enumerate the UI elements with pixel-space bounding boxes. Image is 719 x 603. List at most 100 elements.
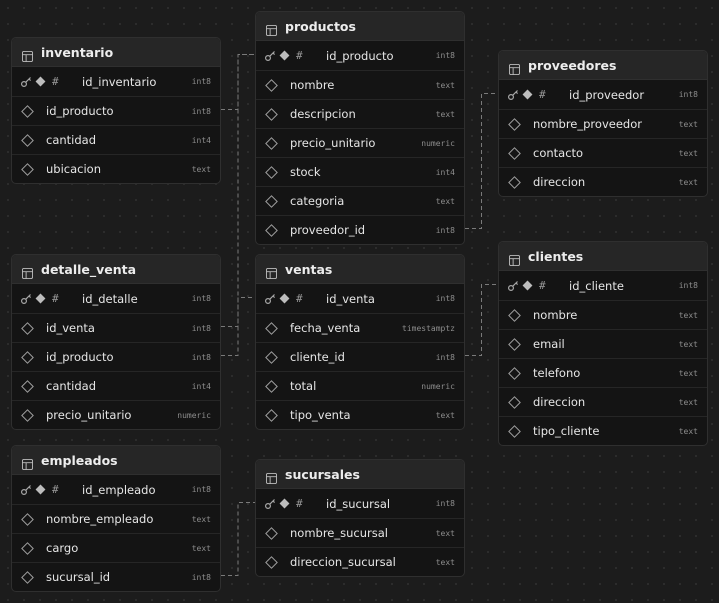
- relation-line: [221, 54, 255, 356]
- key-icon: [20, 76, 32, 88]
- column-row[interactable]: # id_sucursal int8: [256, 489, 464, 518]
- table-header[interactable]: inventario: [12, 38, 220, 67]
- primary-key-icons: #: [507, 88, 569, 101]
- column-name: tipo_venta: [290, 408, 351, 422]
- column-icons: [264, 136, 290, 150]
- column-row[interactable]: proveedor_id int8: [256, 215, 464, 244]
- diamond-outline-icon: [21, 570, 34, 584]
- column-row[interactable]: direccion_sucursal text: [256, 547, 464, 576]
- column-row[interactable]: nombre text: [499, 300, 707, 329]
- column-row[interactable]: nombre_empleado text: [12, 504, 220, 533]
- table-header[interactable]: sucursales: [256, 460, 464, 489]
- table-name: ventas: [285, 261, 333, 277]
- column-icons: [264, 107, 290, 121]
- column-row[interactable]: categoria text: [256, 186, 464, 215]
- table-header[interactable]: detalle_venta: [12, 255, 220, 284]
- column-icons: [20, 541, 46, 555]
- column-row[interactable]: # id_cliente int8: [499, 271, 707, 300]
- table-empleados[interactable]: empleados # id_empleado int8 nombre_empleado…: [11, 445, 221, 592]
- column-name: id_producto: [46, 350, 114, 364]
- column-icons: [20, 512, 46, 526]
- key-icon: [20, 293, 32, 305]
- column-row[interactable]: # id_producto int8: [256, 41, 464, 70]
- diamond-filled-icon: [279, 50, 290, 61]
- column-row[interactable]: cliente_id int8: [256, 342, 464, 371]
- column-row[interactable]: # id_inventario int8: [12, 67, 220, 96]
- column-row[interactable]: sucursal_id int8: [12, 562, 220, 591]
- column-name: direccion: [533, 175, 586, 189]
- table-proveedores[interactable]: proveedores # id_proveedor int8 nombre_prove…: [498, 50, 708, 197]
- column-icons: [264, 165, 290, 179]
- column-list: # id_inventario int8 id_producto int8 cantida…: [12, 67, 220, 183]
- column-icons: [507, 366, 533, 380]
- column-row[interactable]: # id_venta int8: [256, 284, 464, 313]
- table-clientes[interactable]: clientes # id_cliente int8 nombre text email te…: [498, 241, 708, 446]
- column-type: int8: [191, 294, 211, 303]
- column-type: text: [435, 80, 455, 90]
- hash-icon: #: [52, 292, 59, 305]
- column-row[interactable]: tipo_venta text: [256, 400, 464, 429]
- table-ventas[interactable]: ventas # id_venta int8 fecha_venta timestampt…: [255, 254, 465, 430]
- column-row[interactable]: id_producto int8: [12, 342, 220, 371]
- column-row[interactable]: stock int4: [256, 157, 464, 186]
- primary-key-icons: #: [20, 483, 82, 496]
- column-type: int8: [435, 499, 455, 508]
- column-row[interactable]: email text: [499, 329, 707, 358]
- table-sucursales[interactable]: sucursales # id_sucursal int8 nombre_sucursa…: [255, 459, 465, 577]
- diamond-filled-icon: [279, 293, 290, 304]
- column-row[interactable]: fecha_venta timestamptz: [256, 313, 464, 342]
- column-list: # id_detalle int8 id_venta int8 id_producto in…: [12, 284, 220, 429]
- table-header[interactable]: clientes: [499, 242, 707, 271]
- column-row[interactable]: # id_proveedor int8: [499, 80, 707, 109]
- table-header[interactable]: proveedores: [499, 51, 707, 80]
- primary-key-icons: #: [507, 279, 569, 292]
- column-name: id_sucursal: [326, 496, 391, 511]
- diamond-outline-icon: [508, 308, 521, 322]
- column-row[interactable]: # id_detalle int8: [12, 284, 220, 313]
- column-icons: [507, 424, 533, 438]
- diamond-outline-icon: [508, 146, 521, 160]
- table-inventario[interactable]: inventario # id_inventario int8 id_producto i…: [11, 37, 221, 184]
- column-row[interactable]: contacto text: [499, 138, 707, 167]
- column-row[interactable]: telefono text: [499, 358, 707, 387]
- column-icons: [20, 162, 46, 176]
- hash-icon: #: [539, 279, 546, 292]
- table-icon: [266, 21, 277, 36]
- table-header[interactable]: empleados: [12, 446, 220, 475]
- column-row[interactable]: descripcion text: [256, 99, 464, 128]
- column-row[interactable]: nombre_sucursal text: [256, 518, 464, 547]
- key-icon: [507, 89, 519, 101]
- diamond-outline-icon: [265, 321, 278, 335]
- column-row[interactable]: cargo text: [12, 533, 220, 562]
- column-row[interactable]: precio_unitario numeric: [256, 128, 464, 157]
- table-header[interactable]: productos: [256, 12, 464, 41]
- column-icons: [507, 175, 533, 189]
- column-row[interactable]: nombre text: [256, 70, 464, 99]
- column-row[interactable]: tipo_cliente text: [499, 416, 707, 445]
- column-type: int8: [435, 352, 455, 362]
- table-name: clientes: [528, 248, 584, 264]
- diamond-outline-icon: [265, 107, 278, 121]
- diamond-outline-icon: [21, 133, 34, 147]
- column-row[interactable]: id_venta int8: [12, 313, 220, 342]
- table-header[interactable]: ventas: [256, 255, 464, 284]
- column-row[interactable]: cantidad int4: [12, 125, 220, 154]
- column-type: int4: [191, 381, 211, 391]
- primary-key-icons: #: [20, 292, 82, 305]
- column-row[interactable]: total numeric: [256, 371, 464, 400]
- column-row[interactable]: direccion text: [499, 167, 707, 196]
- column-row[interactable]: ubicacion text: [12, 154, 220, 183]
- table-productos[interactable]: productos # id_producto int8 nombre text descr…: [255, 11, 465, 245]
- table-detalle_venta[interactable]: detalle_venta # id_detalle int8 id_venta int8…: [11, 254, 221, 430]
- column-row[interactable]: nombre_proveedor text: [499, 109, 707, 138]
- column-type: text: [191, 164, 211, 174]
- column-row[interactable]: id_producto int8: [12, 96, 220, 125]
- column-type: numeric: [421, 138, 455, 148]
- column-type: int8: [435, 225, 455, 235]
- column-row[interactable]: cantidad int4: [12, 371, 220, 400]
- column-row[interactable]: # id_empleado int8: [12, 475, 220, 504]
- column-type: int8: [435, 294, 455, 303]
- column-row[interactable]: precio_unitario numeric: [12, 400, 220, 429]
- column-icons: [507, 146, 533, 160]
- column-row[interactable]: direccion text: [499, 387, 707, 416]
